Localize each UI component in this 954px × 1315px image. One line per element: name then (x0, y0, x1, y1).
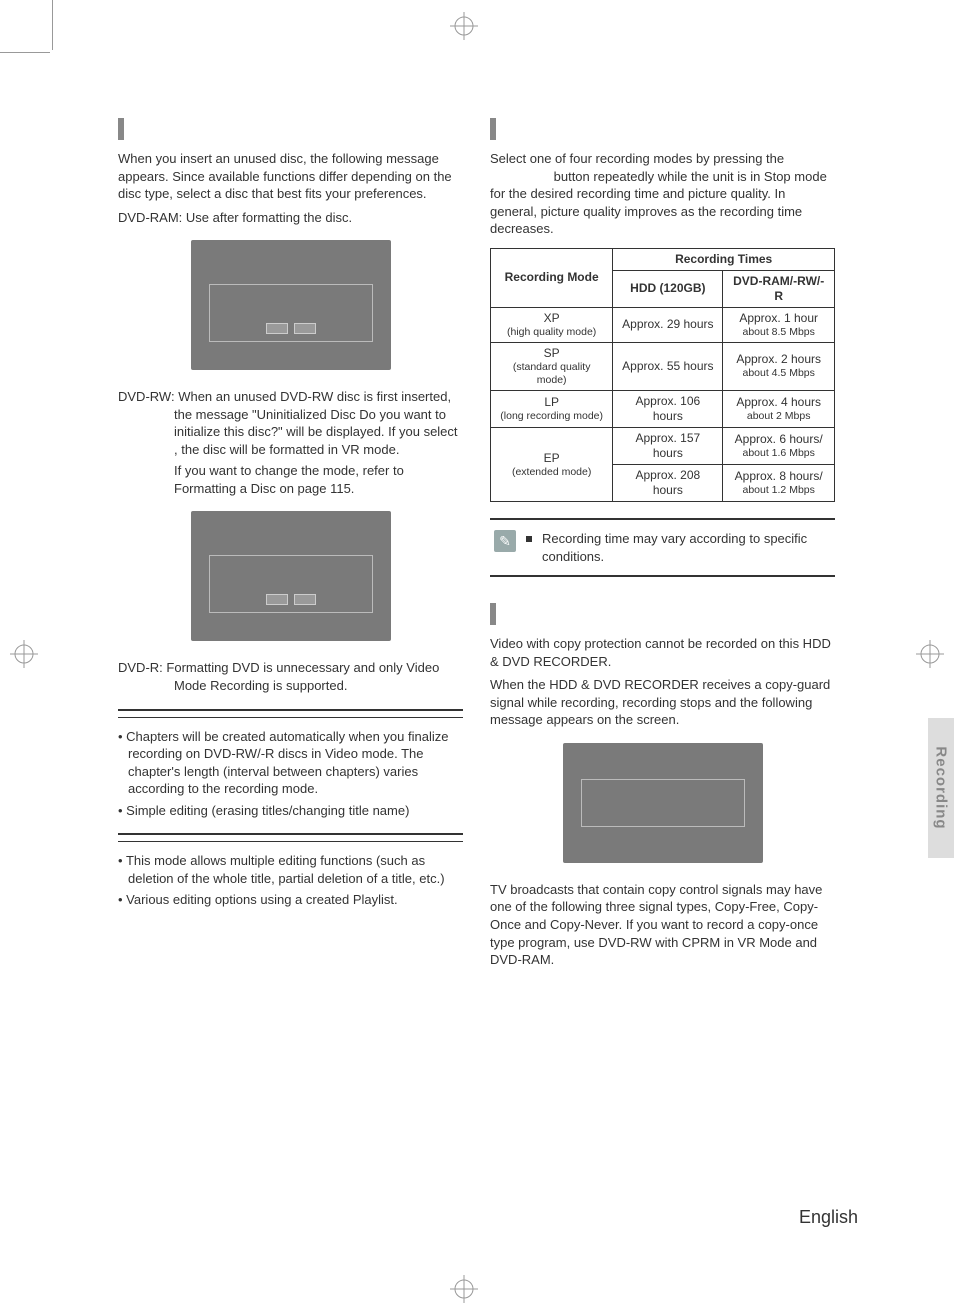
section-heading (490, 118, 835, 140)
table-header: Recording Mode (491, 248, 613, 307)
table-header: HDD (120GB) (613, 270, 723, 307)
left-column: When you insert an unused disc, the foll… (118, 118, 463, 913)
table-cell: Approx. 106 hours (613, 391, 723, 428)
footer-language: English (799, 1207, 858, 1228)
page-content: When you insert an unused disc, the foll… (118, 118, 858, 1218)
dvdrw-text: DVD-RW: When an unused DVD-RW disc is fi… (118, 388, 463, 458)
recmode-intro: Select one of four recording modes by pr… (490, 150, 835, 238)
table-header: Recording Times (613, 248, 835, 270)
table-cell: Approx. 29 hours (613, 307, 723, 342)
divider (118, 833, 463, 835)
dvdr-text: DVD-R: Formatting DVD is unnecessary and… (118, 659, 463, 694)
copy-text-2: When the HDD & DVD RECORDER receives a c… (490, 676, 835, 729)
side-tab-label: Recording (933, 746, 950, 829)
table-cell: XP(high quality mode) (491, 307, 613, 342)
section-heading (490, 603, 835, 625)
table-cell: Approx. 4 hoursabout 2 Mbps (723, 391, 835, 428)
registration-mark (916, 640, 944, 668)
table-cell: SP(standard quality mode) (491, 342, 613, 390)
list-item: Various editing options using a created … (118, 891, 463, 909)
divider (118, 717, 463, 718)
table-cell: Approx. 6 hours/about 1.6 Mbps (723, 428, 835, 465)
note-icon: ✎ (494, 530, 516, 552)
table-cell: EP(extended mode) (491, 428, 613, 502)
table-cell: Approx. 1 hourabout 8.5 Mbps (723, 307, 835, 342)
registration-mark (450, 12, 478, 40)
table-cell: Approx. 55 hours (613, 342, 723, 390)
bullet-icon (526, 536, 532, 542)
table-cell: Approx. 157 hours (613, 428, 723, 465)
side-tab: Recording (928, 718, 954, 858)
dvdrw-text-2: If you want to change the mode, refer to… (118, 462, 463, 497)
divider (118, 709, 463, 711)
ui-screenshot (191, 240, 391, 370)
table-cell: Approx. 8 hours/about 1.2 Mbps (723, 465, 835, 502)
video-mode-list: Chapters will be created automatically w… (118, 728, 463, 820)
table-cell: Approx. 208 hours (613, 465, 723, 502)
note-box: ✎ Recording time may vary according to s… (490, 518, 835, 577)
registration-mark (10, 640, 38, 668)
registration-mark (450, 1275, 478, 1303)
vr-mode-list: This mode allows multiple editing functi… (118, 852, 463, 909)
table-header: DVD-RAM/-RW/-R (723, 270, 835, 307)
table-cell: LP(long recording mode) (491, 391, 613, 428)
dvdram-text: DVD-RAM: Use after formatting the disc. (118, 209, 463, 227)
crop-mark (0, 52, 50, 53)
section-heading (118, 118, 463, 140)
list-item: Chapters will be created automatically w… (118, 728, 463, 798)
ui-screenshot (563, 743, 763, 863)
divider (118, 841, 463, 842)
table-cell: Approx. 2 hoursabout 4.5 Mbps (723, 342, 835, 390)
copy-text-3: TV broadcasts that contain copy control … (490, 881, 835, 969)
note-text: Recording time may vary according to spe… (542, 530, 831, 565)
right-column: Select one of four recording modes by pr… (490, 118, 835, 975)
ui-screenshot (191, 511, 391, 641)
intro-text: When you insert an unused disc, the foll… (118, 150, 463, 203)
recording-mode-table: Recording Mode Recording Times HDD (120G… (490, 248, 835, 502)
list-item: Simple editing (erasing titles/changing … (118, 802, 463, 820)
copy-text-1: Video with copy protection cannot be rec… (490, 635, 835, 670)
list-item: This mode allows multiple editing functi… (118, 852, 463, 887)
crop-mark (52, 0, 53, 50)
